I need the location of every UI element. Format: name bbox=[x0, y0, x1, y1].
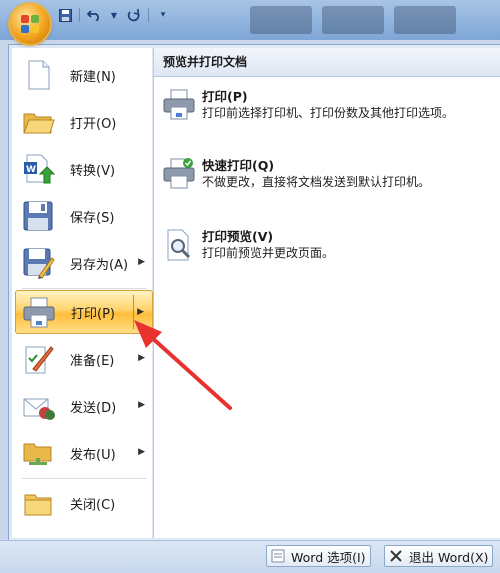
menu-item-prepare[interactable]: 准备(E) ▶ bbox=[15, 337, 153, 381]
submenu-arrow-icon: ▶ bbox=[138, 257, 145, 267]
convert-icon: W bbox=[21, 152, 56, 186]
print-dialog-icon bbox=[162, 88, 196, 122]
menu-item-save-as[interactable]: 另存为(A) ▶ bbox=[15, 241, 153, 285]
quick-print-icon bbox=[162, 157, 196, 191]
submenu-item-title: 打印预览(V) bbox=[202, 229, 274, 244]
exit-word-button[interactable]: 退出 Word(X) bbox=[384, 545, 494, 567]
printer-icon bbox=[22, 295, 56, 329]
office-menu: 新建(N) 打开(O) W 转换(V) 保存(S) 另存为(A) ▶ 打印(P)… bbox=[8, 44, 500, 542]
customize-icon[interactable]: ▾ bbox=[154, 6, 172, 24]
publish-icon bbox=[21, 436, 55, 470]
menu-item-print[interactable]: 打印(P) ▶ bbox=[15, 290, 153, 334]
exit-word-label: 退出 Word(X) bbox=[409, 549, 489, 565]
submenu-item-print[interactable]: 打印(P) 打印前选择打印机、打印份数及其他打印选项。 bbox=[160, 86, 490, 146]
open-folder-icon bbox=[21, 105, 55, 139]
background-ribbon bbox=[250, 6, 456, 34]
menu-item-label: 发布(U) bbox=[70, 447, 116, 463]
office-logo-icon bbox=[21, 15, 39, 33]
qat-separator bbox=[148, 8, 149, 22]
qat-separator bbox=[79, 8, 80, 22]
split-divider bbox=[133, 295, 134, 329]
submenu-item-desc: 打印前选择打印机、打印份数及其他打印选项。 bbox=[202, 106, 455, 120]
menu-item-label: 打开(O) bbox=[70, 116, 117, 132]
submenu-item-quick-print[interactable]: 快速打印(Q) 不做更改，直接将文档发送到默认打印机。 bbox=[160, 155, 490, 200]
dropdown-icon[interactable]: ▼ bbox=[105, 6, 123, 24]
save-disk-icon bbox=[21, 199, 55, 233]
quick-access-toolbar: ▼ ▾ bbox=[56, 6, 172, 24]
menu-footer: Word 选项(I) 退出 Word(X) bbox=[0, 540, 500, 573]
new-document-icon bbox=[21, 58, 55, 92]
print-preview-icon bbox=[162, 228, 196, 262]
menu-item-send[interactable]: 发送(D) ▶ bbox=[15, 384, 153, 428]
print-submenu: 预览并打印文档 打印(P) 打印前选择打印机、打印份数及其他打印选项。 快速打印… bbox=[153, 48, 500, 538]
menu-item-label: 发送(D) bbox=[70, 400, 117, 416]
office-button[interactable] bbox=[10, 4, 50, 44]
menu-divider bbox=[22, 288, 147, 289]
prepare-icon bbox=[21, 342, 55, 376]
submenu-item-desc: 不做更改，直接将文档发送到默认打印机。 bbox=[202, 175, 431, 189]
submenu-item-desc: 打印前预览并更改页面。 bbox=[202, 246, 335, 260]
submenu-item-print-preview[interactable]: 打印预览(V) 打印前预览并更改页面。 bbox=[160, 226, 490, 271]
undo-icon[interactable] bbox=[85, 6, 103, 24]
close-folder-icon bbox=[21, 486, 55, 520]
menu-item-save[interactable]: 保存(S) bbox=[15, 194, 153, 238]
save-icon[interactable] bbox=[56, 6, 74, 24]
close-icon bbox=[389, 549, 403, 563]
menu-item-open[interactable]: 打开(O) bbox=[15, 100, 153, 144]
save-as-icon bbox=[21, 246, 55, 280]
menu-item-label: 保存(S) bbox=[70, 210, 115, 226]
menu-item-convert[interactable]: W 转换(V) bbox=[15, 147, 153, 191]
svg-text:W: W bbox=[26, 165, 36, 175]
menu-item-label: 另存为(A) bbox=[70, 257, 129, 273]
menu-item-label: 打印(P) bbox=[71, 306, 115, 322]
word-options-button[interactable]: Word 选项(I) bbox=[266, 545, 371, 567]
menu-divider bbox=[22, 478, 147, 479]
options-icon bbox=[271, 549, 285, 563]
menu-item-close[interactable]: 关闭(C) bbox=[15, 481, 153, 525]
menu-item-label: 转换(V) bbox=[70, 163, 116, 179]
menu-item-label: 准备(E) bbox=[70, 353, 115, 369]
menu-item-new[interactable]: 新建(N) bbox=[15, 53, 153, 97]
word-options-label: Word 选项(I) bbox=[291, 549, 366, 565]
menu-item-label: 关闭(C) bbox=[70, 497, 116, 513]
submenu-title: 预览并打印文档 bbox=[154, 48, 500, 77]
submenu-arrow-icon: ▶ bbox=[138, 400, 145, 410]
submenu-item-title: 快速打印(Q) bbox=[202, 158, 275, 173]
menu-item-publish[interactable]: 发布(U) ▶ bbox=[15, 431, 153, 475]
menu-left-pane: 新建(N) 打开(O) W 转换(V) 保存(S) 另存为(A) ▶ 打印(P)… bbox=[12, 48, 153, 538]
submenu-arrow-icon[interactable]: ▶ bbox=[137, 307, 144, 317]
submenu-arrow-icon: ▶ bbox=[138, 353, 145, 363]
menu-item-label: 新建(N) bbox=[70, 69, 116, 85]
redo-icon[interactable] bbox=[125, 6, 143, 24]
submenu-arrow-icon: ▶ bbox=[138, 447, 145, 457]
submenu-item-title: 打印(P) bbox=[202, 89, 248, 104]
send-icon bbox=[21, 389, 55, 423]
